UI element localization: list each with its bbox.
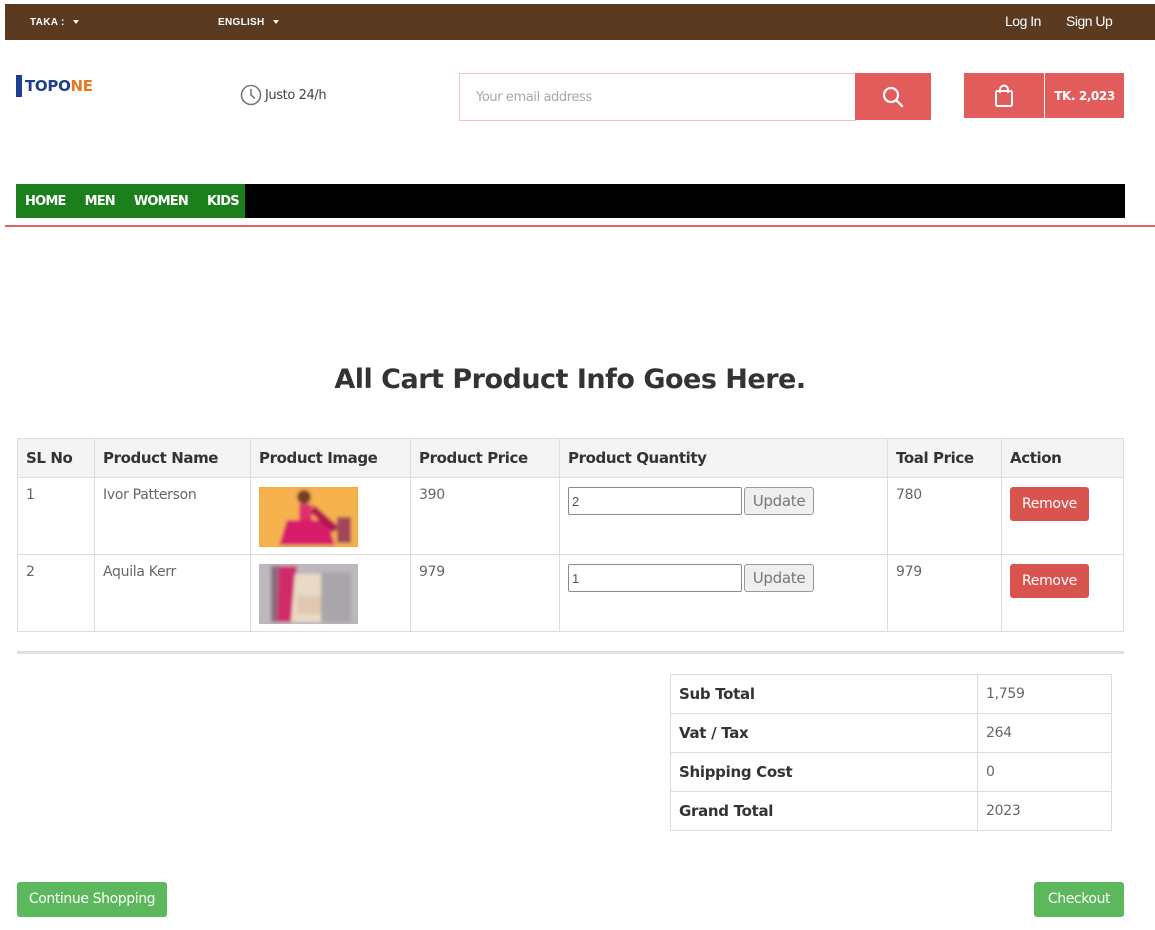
search-button[interactable] [855, 73, 931, 120]
row-total-price: 780 [887, 477, 1002, 555]
vat-value: 264 [977, 713, 1112, 753]
totals-row-shipping: Shipping Cost 0 [670, 752, 1112, 792]
chevron-down-icon [72, 20, 79, 25]
subtotal-label: Sub Total [670, 674, 978, 714]
subtotal-value: 1,759 [977, 674, 1112, 714]
language-label: ENGLISH [218, 17, 265, 28]
search-form [459, 73, 931, 121]
nav-item-men[interactable]: MEN [85, 194, 116, 209]
row-product-image-cell [250, 554, 411, 632]
email-search-input[interactable] [459, 73, 856, 121]
nav-item-home[interactable]: HOME [25, 194, 66, 209]
vat-label: Vat / Tax [670, 713, 978, 753]
col-product-quantity: Product Quantity [559, 438, 888, 478]
row-action-cell: Remove [1001, 477, 1124, 555]
shipping-value: 0 [977, 752, 1112, 792]
col-sl-no: SL No [17, 438, 95, 478]
language-dropdown[interactable]: ENGLISH [218, 17, 279, 28]
grand-total-value: 2023 [977, 791, 1112, 831]
table-row: 2 Aquila Kerr 979 U [17, 554, 1124, 632]
nav-item-kids[interactable]: KIDS [207, 194, 240, 209]
remove-button[interactable]: Remove [1010, 564, 1089, 598]
row-product-price: 390 [410, 477, 560, 555]
col-total-price: Toal Price [887, 438, 1002, 478]
col-product-name: Product Name [94, 438, 251, 478]
row-product-price: 979 [410, 554, 560, 632]
login-link[interactable]: Log In [1005, 13, 1041, 29]
col-product-image: Product Image [250, 438, 411, 478]
cart-table: SL No Product Name Product Image Product… [17, 438, 1124, 632]
product-image[interactable] [259, 564, 358, 624]
site-logo[interactable]: TOPO NE [16, 75, 93, 97]
continue-shopping-button[interactable]: Continue Shopping [17, 882, 167, 917]
quantity-input[interactable] [568, 487, 742, 515]
update-button[interactable]: Update [744, 564, 814, 592]
logo-text-part1: TOPO [25, 77, 71, 95]
col-product-price: Product Price [410, 438, 560, 478]
row-action-cell: Remove [1001, 554, 1124, 632]
chevron-down-icon [272, 20, 279, 25]
nav-menu: HOME MEN WOMEN KIDS [16, 184, 245, 218]
checkout-button[interactable]: Checkout [1034, 882, 1124, 917]
row-product-name: Aquila Kerr [94, 554, 251, 632]
currency-label: TAKA : [30, 17, 65, 28]
totals-row-subtotal: Sub Total 1,759 [670, 674, 1112, 714]
row-sl: 2 [17, 554, 95, 632]
shipping-label: Shipping Cost [670, 752, 978, 792]
row-sl: 1 [17, 477, 95, 555]
header-divider [5, 225, 1155, 227]
totals-table: Sub Total 1,759 Vat / Tax 264 Shipping C… [670, 674, 1112, 831]
grand-total-label: Grand Total [670, 791, 978, 831]
cart-total-badge[interactable]: TK. 2,023 [1045, 73, 1124, 118]
row-product-name: Ivor Patterson [94, 477, 251, 555]
totals-row-vat: Vat / Tax 264 [670, 713, 1112, 753]
totals-row-grand-total: Grand Total 2023 [670, 791, 1112, 831]
remove-button[interactable]: Remove [1010, 487, 1089, 521]
update-button[interactable]: Update [744, 487, 814, 515]
col-action: Action [1001, 438, 1124, 478]
search-icon [882, 86, 904, 107]
section-divider [17, 651, 1124, 654]
cart-button[interactable] [964, 73, 1044, 118]
page-title: All Cart Product Info Goes Here. [334, 364, 806, 395]
hours-text: Justo 24/h [265, 87, 327, 103]
shopping-bag-icon [995, 84, 1013, 107]
row-total-price: 979 [887, 554, 1002, 632]
top-bar: TAKA : ENGLISH Log In Sign Up [5, 4, 1155, 40]
nav-item-women[interactable]: WOMEN [134, 194, 189, 209]
clock-icon [240, 84, 262, 106]
product-image[interactable] [259, 487, 358, 547]
currency-dropdown[interactable]: TAKA : [30, 17, 79, 28]
row-quantity-cell: Update [559, 477, 888, 555]
logo-mark [16, 75, 22, 97]
row-product-image-cell [250, 477, 411, 555]
opening-hours: Justo 24/h [240, 84, 327, 106]
logo-text-part2: NE [70, 77, 94, 95]
signup-link[interactable]: Sign Up [1066, 13, 1113, 29]
main-nav: HOME MEN WOMEN KIDS [16, 184, 1125, 218]
cart-header-row: SL No Product Name Product Image Product… [17, 438, 1124, 478]
row-quantity-cell: Update [559, 554, 888, 632]
table-row: 1 Ivor Patterson 390 2 Update 780 Remove [17, 477, 1124, 555]
quantity-input[interactable] [568, 564, 742, 592]
